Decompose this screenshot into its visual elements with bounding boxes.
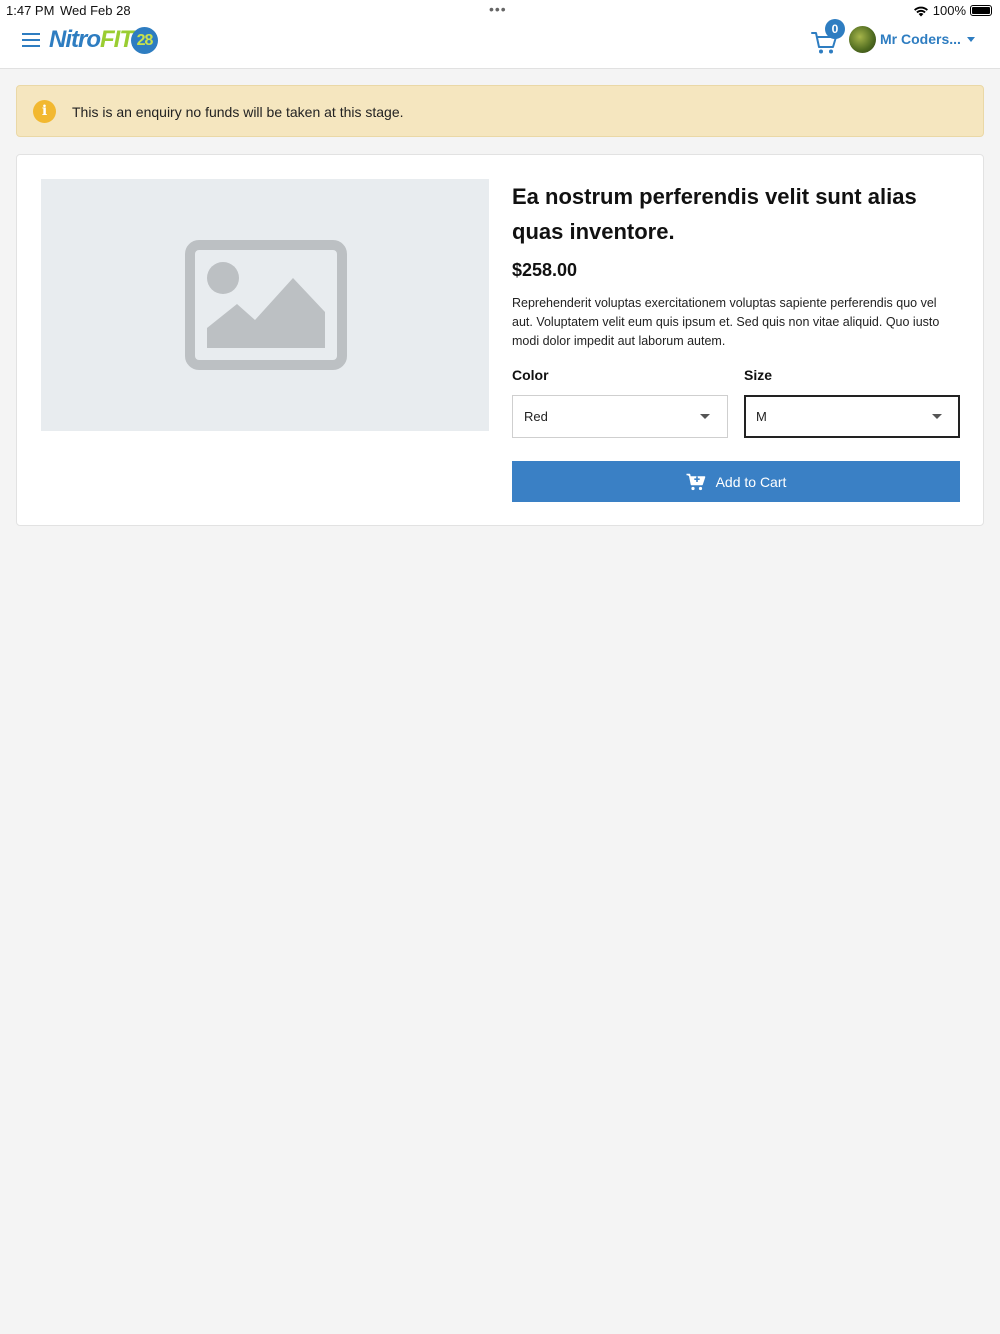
image-placeholder-icon (185, 240, 347, 370)
product-image (41, 179, 489, 431)
enquiry-alert: i This is an enquiry no funds will be ta… (16, 85, 984, 137)
product-title: Ea nostrum perferendis velit sunt alias … (512, 184, 917, 244)
alert-message: This is an enquiry no funds will be take… (72, 104, 404, 120)
product-description: Reprehenderit voluptas exercitationem vo… (512, 296, 940, 348)
size-select-value: M (756, 409, 767, 424)
status-date: Wed Feb 28 (60, 3, 131, 18)
avatar[interactable] (849, 26, 876, 53)
battery-level (972, 7, 990, 14)
chevron-down-icon (700, 414, 710, 419)
caret-down-icon[interactable] (967, 37, 975, 42)
info-icon: i (33, 100, 56, 123)
battery-percent: 100% (932, 3, 966, 18)
app-header: Nitro FIT 28 0 Mr Coders... (0, 19, 1000, 69)
status-right: 100% (913, 3, 992, 18)
add-to-cart-button[interactable]: Add to Cart (512, 461, 960, 502)
color-select-value: Red (524, 409, 548, 424)
user-name[interactable]: Mr Coders... (880, 31, 961, 47)
status-time: 1:47 PM (6, 3, 55, 18)
product-price: $258.00 (512, 260, 578, 280)
cart-count-badge: 0 (825, 19, 845, 39)
hamburger-menu-icon[interactable] (22, 33, 40, 47)
wifi-icon (913, 6, 928, 16)
color-select[interactable]: Red (512, 395, 728, 438)
battery-icon (970, 5, 992, 16)
size-label: Size (744, 367, 773, 383)
add-to-cart-label: Add to Cart (715, 473, 787, 490)
add-to-cart-icon (686, 473, 705, 490)
size-select[interactable]: M (744, 395, 960, 438)
product-card: Ea nostrum perferendis velit sunt alias … (16, 154, 984, 526)
nitrofit-logo[interactable]: Nitro FIT 28 (49, 25, 158, 55)
color-label: Color (512, 367, 549, 383)
chevron-down-icon (932, 414, 942, 419)
status-bar: 1:47 PM Wed Feb 28 ••• 100% (0, 0, 1000, 20)
multitask-dots-icon[interactable]: ••• (489, 1, 507, 17)
cart-button[interactable]: 0 (811, 19, 845, 56)
